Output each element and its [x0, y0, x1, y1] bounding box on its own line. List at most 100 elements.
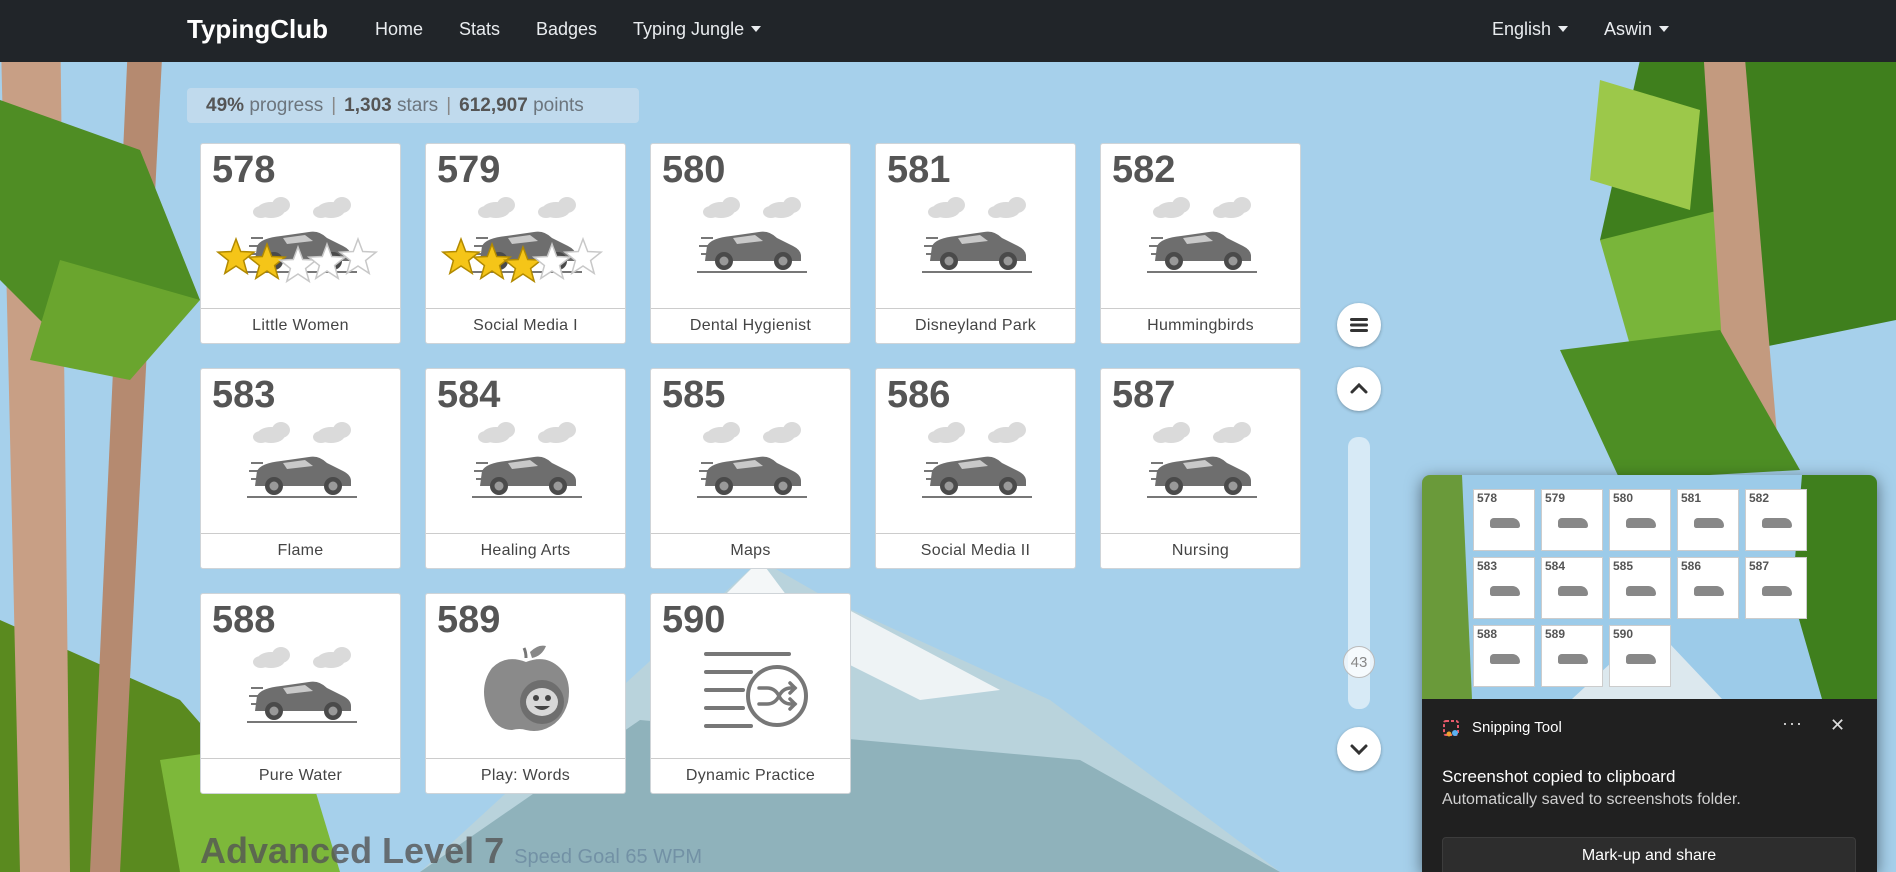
- separator: |: [446, 95, 452, 116]
- preview-card: 578: [1473, 489, 1535, 551]
- star-icon: [215, 236, 257, 276]
- lesson-number: 578: [212, 149, 276, 191]
- lesson-name: Pure Water: [201, 758, 400, 793]
- lesson-number: 590: [662, 599, 726, 641]
- lesson-card[interactable]: 584 Healing Arts: [425, 368, 626, 569]
- preview-card: 589: [1541, 625, 1603, 687]
- lesson-number: 586: [887, 374, 951, 416]
- nav-badges[interactable]: Badges: [536, 19, 597, 40]
- lesson-name: Nursing: [1101, 533, 1300, 568]
- lesson-name: Maps: [651, 533, 850, 568]
- lesson-card[interactable]: 583 Flame: [200, 368, 401, 569]
- points-label: points: [533, 95, 584, 116]
- lesson-name: Play: Words: [426, 758, 625, 793]
- menu-button[interactable]: [1337, 303, 1381, 347]
- lesson-number: 583: [212, 374, 276, 416]
- preview-card: 586: [1677, 557, 1739, 619]
- race-car-icon: [876, 419, 1077, 523]
- apple-game-icon: [426, 644, 627, 748]
- screenshot-preview[interactable]: 578 579 580 581 582 583 584 585 586 587 …: [1422, 475, 1877, 699]
- star-icon: [337, 236, 379, 276]
- user-menu[interactable]: Aswin: [1604, 19, 1670, 40]
- lesson-name: Disneyland Park: [876, 308, 1075, 343]
- race-car-icon: [201, 194, 402, 298]
- progress-label: progress: [249, 95, 324, 116]
- chevron-down-icon: [1558, 26, 1569, 32]
- more-options-icon[interactable]: ···: [1782, 713, 1803, 734]
- lesson-card[interactable]: 587 Nursing: [1100, 368, 1301, 569]
- lesson-card[interactable]: 579 Social Media I: [425, 143, 626, 344]
- close-icon[interactable]: ✕: [1830, 715, 1845, 736]
- scroll-up-button[interactable]: [1337, 367, 1381, 411]
- scroll-down-button[interactable]: [1337, 727, 1381, 771]
- scrollbar-thumb[interactable]: 43: [1343, 646, 1375, 678]
- lesson-number: 582: [1112, 149, 1176, 191]
- lesson-number: 588: [212, 599, 276, 641]
- preview-card: 587: [1745, 557, 1807, 619]
- hamburger-icon: [1350, 318, 1368, 332]
- mark-up-and-share-button[interactable]: Mark-up and share: [1442, 837, 1856, 872]
- language-dropdown[interactable]: English: [1492, 19, 1569, 40]
- lesson-number: 581: [887, 149, 951, 191]
- preview-card: 588: [1473, 625, 1535, 687]
- snipping-tool-notification[interactable]: 578 579 580 581 582 583 584 585 586 587 …: [1422, 475, 1877, 872]
- lesson-number: 579: [437, 149, 501, 191]
- top-navbar: TypingClub Home Stats Badges Typing Jung…: [0, 0, 1896, 62]
- lesson-name: Social Media I: [426, 308, 625, 343]
- chevron-up-icon: [1350, 382, 1368, 394]
- points-value: 612,907: [459, 95, 528, 116]
- chevron-down-icon: [1659, 26, 1670, 32]
- lesson-name: Flame: [201, 533, 400, 568]
- preview-card: 584: [1541, 557, 1603, 619]
- lesson-number: 589: [437, 599, 501, 641]
- lesson-card[interactable]: 578 Little Women: [200, 143, 401, 344]
- lesson-card[interactable]: 582 Hummingbirds: [1100, 143, 1301, 344]
- level-goal: Speed Goal 65 WPM: [514, 846, 703, 868]
- lesson-number: 580: [662, 149, 726, 191]
- lesson-card[interactable]: 580 Dental Hygienist: [650, 143, 851, 344]
- stars-value: 1,303: [344, 95, 392, 116]
- race-car-icon: [201, 419, 402, 523]
- lesson-number: 587: [1112, 374, 1176, 416]
- chevron-down-icon: [751, 26, 762, 32]
- progress-summary: 49% progress | 1,303 stars | 612,907 points: [187, 88, 639, 123]
- preview-card: 590: [1609, 625, 1671, 687]
- race-car-icon: [1101, 419, 1302, 523]
- notification-subtext: Automatically saved to screenshots folde…: [1442, 791, 1741, 808]
- snipping-tool-icon: [1443, 720, 1459, 737]
- lesson-name: Healing Arts: [426, 533, 625, 568]
- lesson-number: 584: [437, 374, 501, 416]
- nav-home[interactable]: Home: [375, 19, 423, 40]
- preview-card: 582: [1745, 489, 1807, 551]
- notification-app-name: Snipping Tool: [1472, 719, 1562, 736]
- preview-card: 581: [1677, 489, 1739, 551]
- star-icon: [440, 236, 482, 276]
- nav-stats[interactable]: Stats: [459, 19, 500, 40]
- separator: |: [331, 95, 337, 116]
- lesson-card[interactable]: 588 Pure Water: [200, 593, 401, 794]
- preview-card: 583: [1473, 557, 1535, 619]
- chevron-down-icon: [1350, 744, 1368, 756]
- shuffle-practice-icon: [651, 644, 852, 748]
- lesson-card[interactable]: 589 Play: Words: [425, 593, 626, 794]
- lesson-card[interactable]: 590 Dynamic Practice: [650, 593, 851, 794]
- lesson-number: 585: [662, 374, 726, 416]
- lesson-name: Social Media II: [876, 533, 1075, 568]
- star-icon: [562, 236, 604, 276]
- stars-label: stars: [397, 95, 439, 116]
- race-car-icon: [201, 644, 402, 748]
- lesson-card[interactable]: 585 Maps: [650, 368, 851, 569]
- notification-message: Screenshot copied to clipboard: [1442, 767, 1676, 786]
- progress-value: 49%: [206, 95, 245, 116]
- lesson-card[interactable]: 581 Disneyland Park: [875, 143, 1076, 344]
- preview-card: 579: [1541, 489, 1603, 551]
- brand-logo[interactable]: TypingClub: [187, 14, 328, 45]
- lesson-card[interactable]: 586 Social Media II: [875, 368, 1076, 569]
- lesson-name: Little Women: [201, 308, 400, 343]
- nav-typing-jungle[interactable]: Typing Jungle: [633, 19, 762, 40]
- race-car-icon: [876, 194, 1077, 298]
- preview-card: 585: [1609, 557, 1671, 619]
- race-car-icon: [651, 419, 852, 523]
- lesson-name: Hummingbirds: [1101, 308, 1300, 343]
- level-title: Advanced Level 7: [200, 830, 505, 871]
